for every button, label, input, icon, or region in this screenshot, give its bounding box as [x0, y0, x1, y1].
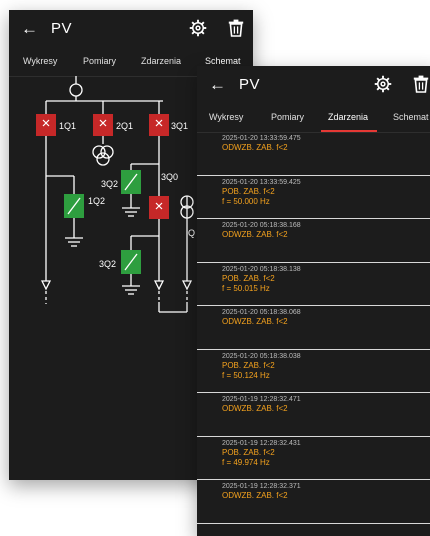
label-q: Q	[188, 228, 195, 238]
tab-wykresy[interactable]: Wykresy	[23, 56, 57, 66]
event-timestamp: 2025-01-20 05:18:38.138	[222, 265, 301, 273]
event-text: POB. ZAB. f<2	[222, 273, 275, 283]
list-item[interactable]: 2025-01-19 12:28:32.471 ODWZB. ZAB. f<2	[197, 393, 430, 437]
event-text: ODWZB. ZAB. f<2	[222, 230, 288, 239]
tab-schemat[interactable]: Schemat	[205, 56, 241, 66]
trash-icon[interactable]	[228, 19, 244, 37]
event-timestamp: 2025-01-20 05:18:38.068	[222, 309, 301, 316]
event-text: ODWZB. ZAB. f<2	[222, 317, 288, 326]
tab-zdarzenia[interactable]: Zdarzenia	[141, 56, 181, 66]
event-timestamp: 2025-01-20 05:18:38.168	[222, 222, 301, 229]
tab-wykresy[interactable]: Wykresy	[209, 112, 243, 122]
back-app-bar: ← PV	[9, 10, 253, 50]
list-item[interactable]: 2025-01-20 05:18:38.168 ODWZB. ZAB. f<2	[197, 219, 430, 263]
breaker-3q1[interactable]	[149, 114, 169, 136]
events-list: 2025-01-20 13:33:59.475 ODWZB. ZAB. f<2 …	[197, 132, 430, 524]
event-value: f = 50.015 Hz	[222, 283, 270, 293]
back-arrow-icon[interactable]: ←	[209, 74, 226, 96]
event-text: POB. ZAB. f<2	[222, 186, 275, 196]
front-phone-screen: ← PV Wykresy Pomiary Zdarzenia Schemat 2…	[197, 66, 430, 536]
event-timestamp: 2025-01-19 12:28:32.371	[222, 483, 301, 490]
list-item[interactable]: 2025-01-20 05:18:38.138 POB. ZAB. f<2 f …	[197, 263, 430, 306]
label-1q1: 1Q1	[59, 121, 76, 131]
back-arrow-icon[interactable]: ←	[21, 18, 38, 40]
event-timestamp: 2025-01-20 13:33:59.475	[222, 135, 301, 142]
front-tab-bar: Wykresy Pomiary Zdarzenia Schemat	[197, 106, 430, 133]
event-text: POB. ZAB. f<2	[222, 447, 275, 457]
tab-zdarzenia[interactable]: Zdarzenia	[328, 112, 368, 122]
event-text: ODWZB. ZAB. f<2	[222, 404, 288, 413]
event-value: f = 49.974 Hz	[222, 457, 270, 467]
event-text: POB. ZAB. f<2	[222, 360, 275, 370]
event-timestamp: 2025-01-19 12:28:32.471	[222, 396, 301, 403]
gear-icon[interactable]	[374, 75, 392, 93]
tab-schemat[interactable]: Schemat	[393, 112, 429, 122]
breaker-1q1[interactable]	[36, 114, 56, 136]
label-3q0: 3Q0	[161, 172, 178, 182]
event-timestamp: 2025-01-20 05:18:38.038	[222, 352, 301, 360]
front-app-bar: ← PV	[197, 66, 430, 106]
label-2q1: 2Q1	[116, 121, 133, 131]
front-screen-title: PV	[239, 76, 261, 93]
trash-icon[interactable]	[413, 75, 429, 93]
event-value: f = 50.000 Hz	[222, 196, 270, 206]
list-item[interactable]: 2025-01-20 05:18:38.038 POB. ZAB. f<2 f …	[197, 350, 430, 393]
gear-icon[interactable]	[189, 19, 207, 37]
label-1q2: 1Q2	[88, 196, 105, 206]
event-timestamp: 2025-01-19 12:28:32.431	[222, 439, 301, 447]
label-3q2-upper: 3Q2	[101, 179, 118, 189]
label-3q1: 3Q1	[171, 121, 188, 131]
list-item[interactable]: 2025-01-19 12:28:32.371 ODWZB. ZAB. f<2	[197, 480, 430, 524]
tab-pomiary[interactable]: Pomiary	[271, 112, 304, 122]
event-value: f = 50.124 Hz	[222, 370, 270, 380]
list-item[interactable]: 2025-01-20 05:18:38.068 ODWZB. ZAB. f<2	[197, 306, 430, 350]
list-item[interactable]: 2025-01-20 13:33:59.425 POB. ZAB. f<2 f …	[197, 176, 430, 219]
breaker-3q0[interactable]	[149, 196, 169, 219]
back-screen-title: PV	[51, 20, 73, 37]
label-3q2-lower: 3Q2	[99, 259, 116, 269]
tab-pomiary[interactable]: Pomiary	[83, 56, 116, 66]
list-item[interactable]: 2025-01-20 13:33:59.475 ODWZB. ZAB. f<2	[197, 132, 430, 176]
event-timestamp: 2025-01-20 13:33:59.425	[222, 178, 301, 186]
event-text: ODWZB. ZAB. f<2	[222, 143, 288, 152]
list-item[interactable]: 2025-01-19 12:28:32.431 POB. ZAB. f<2 f …	[197, 437, 430, 480]
event-text: ODWZB. ZAB. f<2	[222, 491, 288, 500]
breaker-2q1[interactable]	[93, 114, 113, 136]
